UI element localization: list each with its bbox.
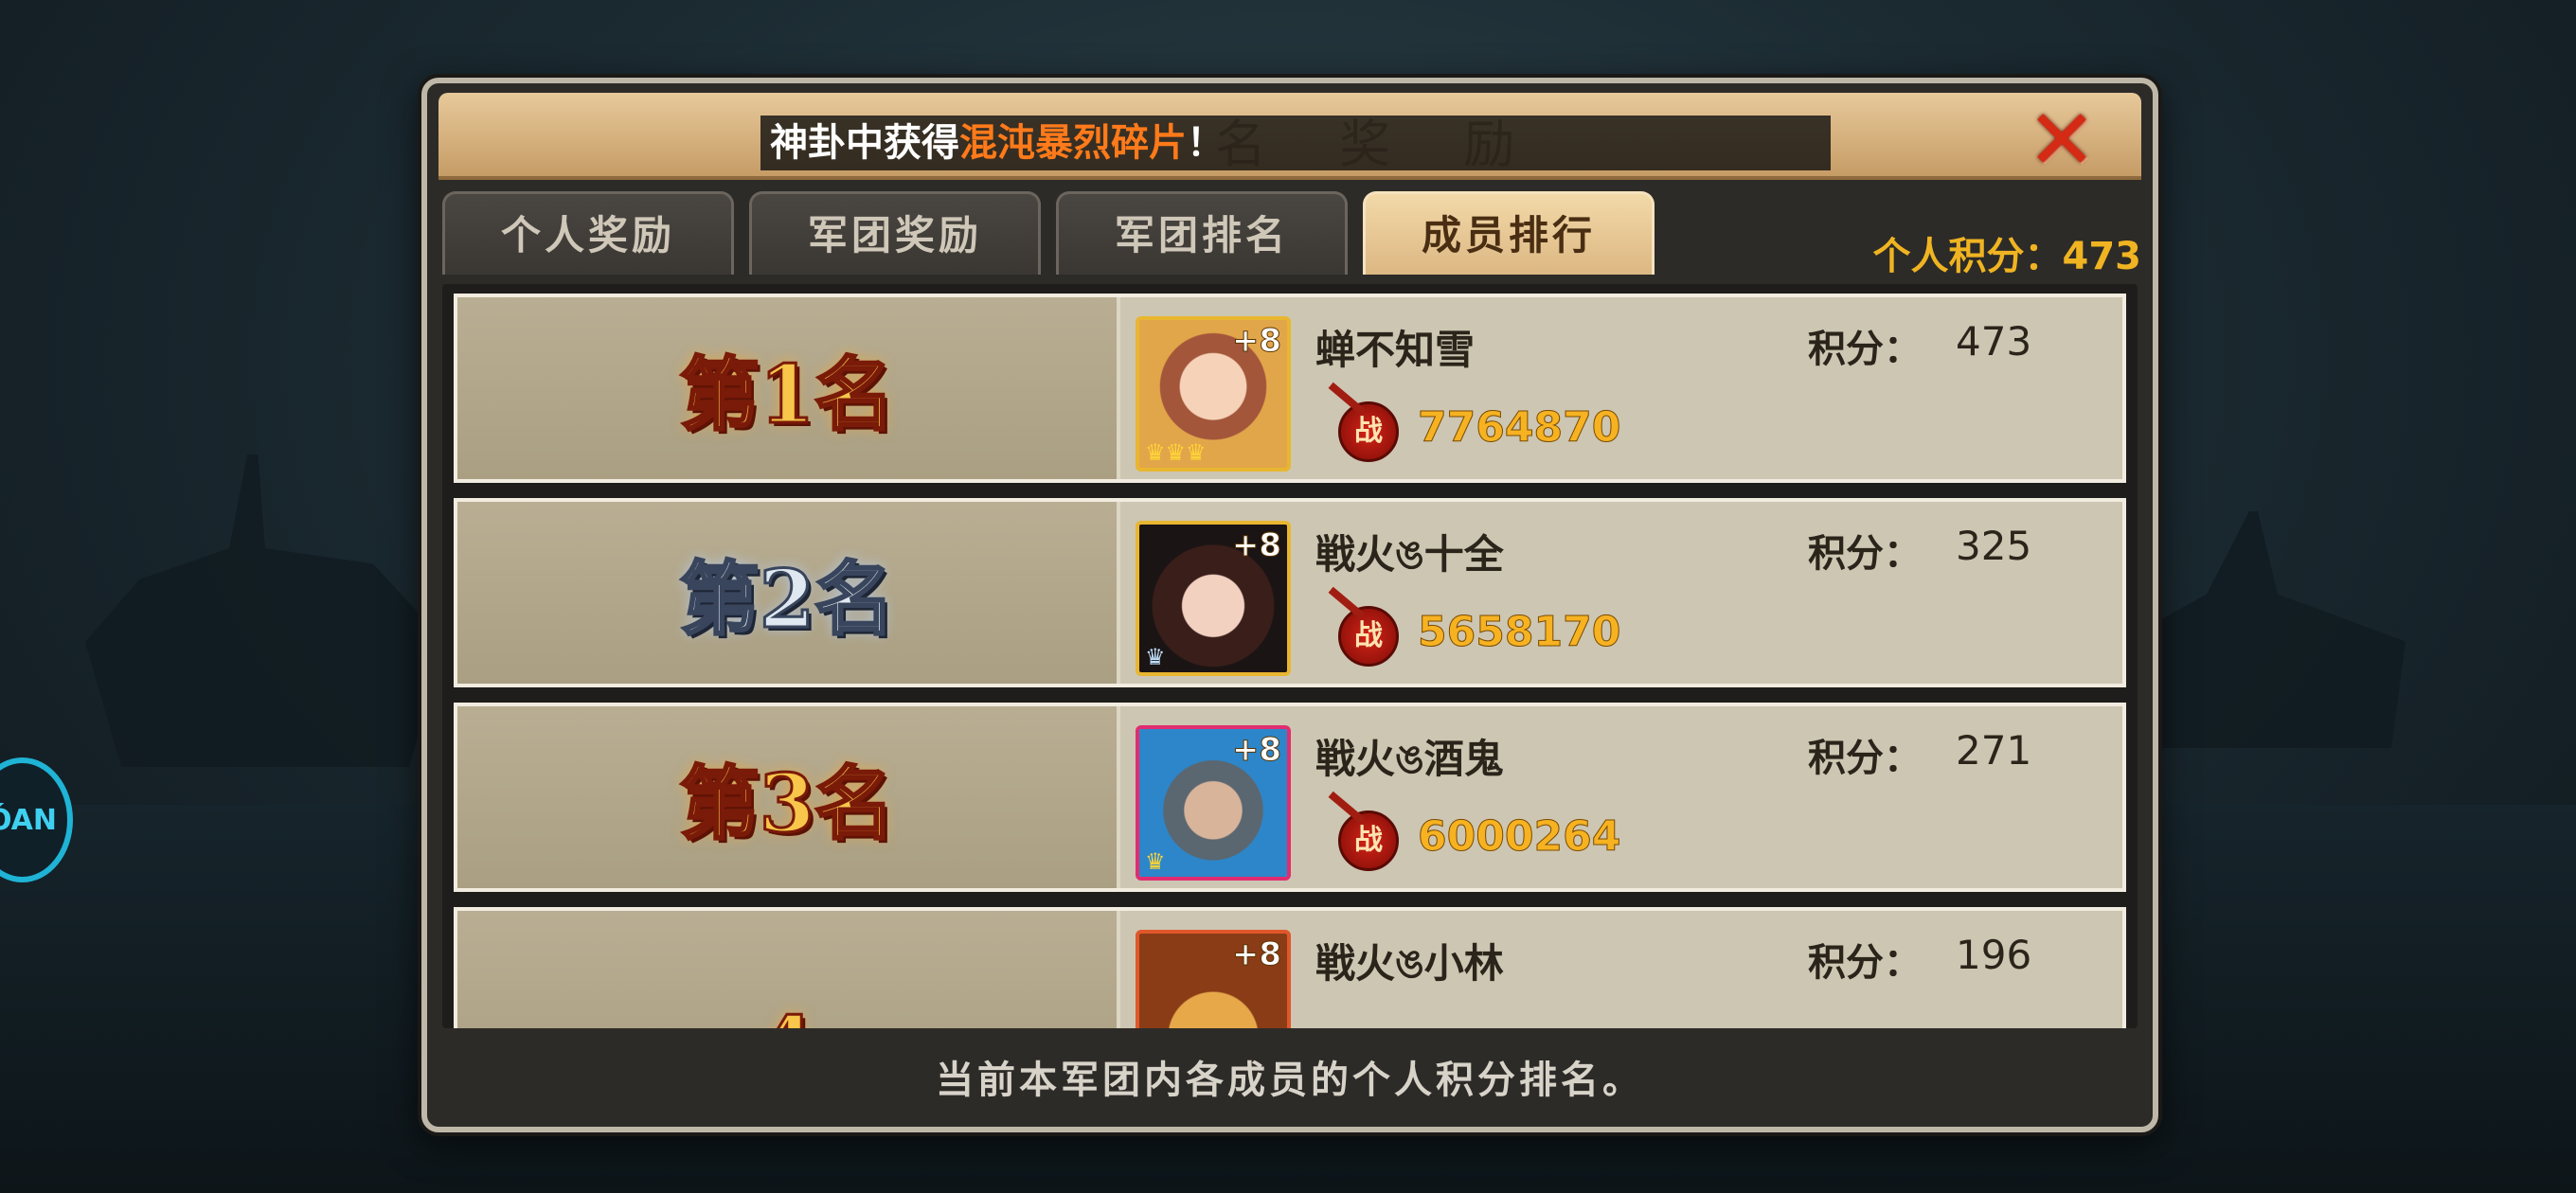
rank-label: 4 (457, 911, 1117, 1029)
battle-power: 7764870 (1417, 403, 1621, 453)
background-ship-right (2121, 511, 2406, 748)
tab-member-ranking[interactable]: 成员排行 (1363, 191, 1655, 275)
footer-description: 当前本军团内各成员的个人积分排名。 (936, 1059, 1644, 1102)
ranking-list[interactable]: 第1名 +8 ♛♛♛ 蝉不知雪 积分： 473 战 7764870 第2名 +8… (442, 284, 2138, 1028)
score-label: 积分： (1808, 737, 1922, 780)
ranking-row[interactable]: 第1名 +8 ♛♛♛ 蝉不知雪 积分： 473 战 7764870 (454, 294, 2126, 483)
ranking-row[interactable]: 第2名 +8 ♛ 戦火ঙ十全 积分： 325 战 5658170 (454, 498, 2126, 687)
ticker-suffix: ！ (1187, 121, 1225, 165)
member-name: 戦火ঙ十全 (1315, 531, 1504, 578)
battle-power: 5658170 (1417, 608, 1621, 657)
rank-cell: 4 (457, 911, 1120, 1028)
crown-icon: ♛ (1145, 848, 1166, 875)
close-button[interactable]: ✕ (2022, 98, 2102, 182)
tab-personal-reward[interactable]: 个人奖励 (442, 191, 734, 275)
ticker-highlight: 混沌暴烈碎片 (959, 121, 1187, 165)
avatar[interactable]: +8 (1136, 930, 1291, 1028)
background-ship-left (85, 454, 445, 767)
rank-label: 第3名 (678, 755, 895, 851)
battle-power-icon: 战 (1338, 401, 1399, 462)
rank-cell: 第3名 (457, 706, 1120, 888)
level-badge: +8 (1231, 935, 1281, 974)
avatar[interactable]: +8 ♛ (1136, 725, 1291, 881)
rank-label: 第1名 (678, 346, 895, 442)
tab-legion-reward[interactable]: 军团奖励 (749, 191, 1041, 275)
broadcast-ticker: 神卦中获得混沌暴烈碎片！ (760, 116, 1831, 170)
ticker-prefix: 神卦中获得 (770, 121, 959, 165)
rank-cell: 第1名 (457, 297, 1120, 479)
rank-label: 第2名 (678, 550, 895, 647)
avatar[interactable]: +8 ♛ (1136, 521, 1291, 676)
crown-icon: ♛♛♛ (1145, 439, 1207, 466)
level-badge: +8 (1231, 731, 1281, 770)
member-score: 473 (1956, 318, 2032, 365)
ranking-row[interactable]: 4 +8 戦火ঙ小林 积分： 196 (454, 907, 2126, 1028)
avatar[interactable]: +8 ♛♛♛ (1136, 316, 1291, 472)
member-name: 戦火ঙ小林 (1315, 940, 1504, 987)
member-name: 戦火ঙ酒鬼 (1315, 736, 1504, 782)
member-score: 271 (1956, 727, 2032, 774)
level-badge: +8 (1231, 322, 1281, 361)
personal-score: 个人积分：473 (1872, 235, 2142, 278)
level-badge: +8 (1231, 526, 1281, 565)
crown-icon: ♛ (1145, 644, 1166, 670)
dialog-title-bar: 名 奖 励 神卦中获得混沌暴烈碎片！ ✕ (438, 93, 2141, 182)
rank-cell: 第2名 (457, 502, 1120, 684)
close-icon: ✕ (2027, 91, 2097, 188)
ranking-row[interactable]: 第3名 +8 ♛ 戦火ঙ酒鬼 积分： 271 战 6000264 (454, 703, 2126, 892)
member-score: 325 (1956, 523, 2032, 569)
battle-power-icon: 战 (1338, 810, 1399, 871)
score-label: 积分： (1808, 328, 1922, 371)
battle-power: 6000264 (1417, 812, 1621, 862)
score-label: 积分： (1808, 532, 1922, 576)
member-name: 蝉不知雪 (1315, 327, 1476, 373)
battle-power-icon: 战 (1338, 606, 1399, 667)
tab-legion-ranking[interactable]: 军团排名 (1056, 191, 1348, 275)
score-label: 积分： (1808, 941, 1922, 985)
member-score: 196 (1956, 932, 2032, 978)
ranking-dialog: 名 奖 励 神卦中获得混沌暴烈碎片！ ✕ 个人奖励 军团奖励 军团排名 成员排行… (421, 78, 2158, 1132)
